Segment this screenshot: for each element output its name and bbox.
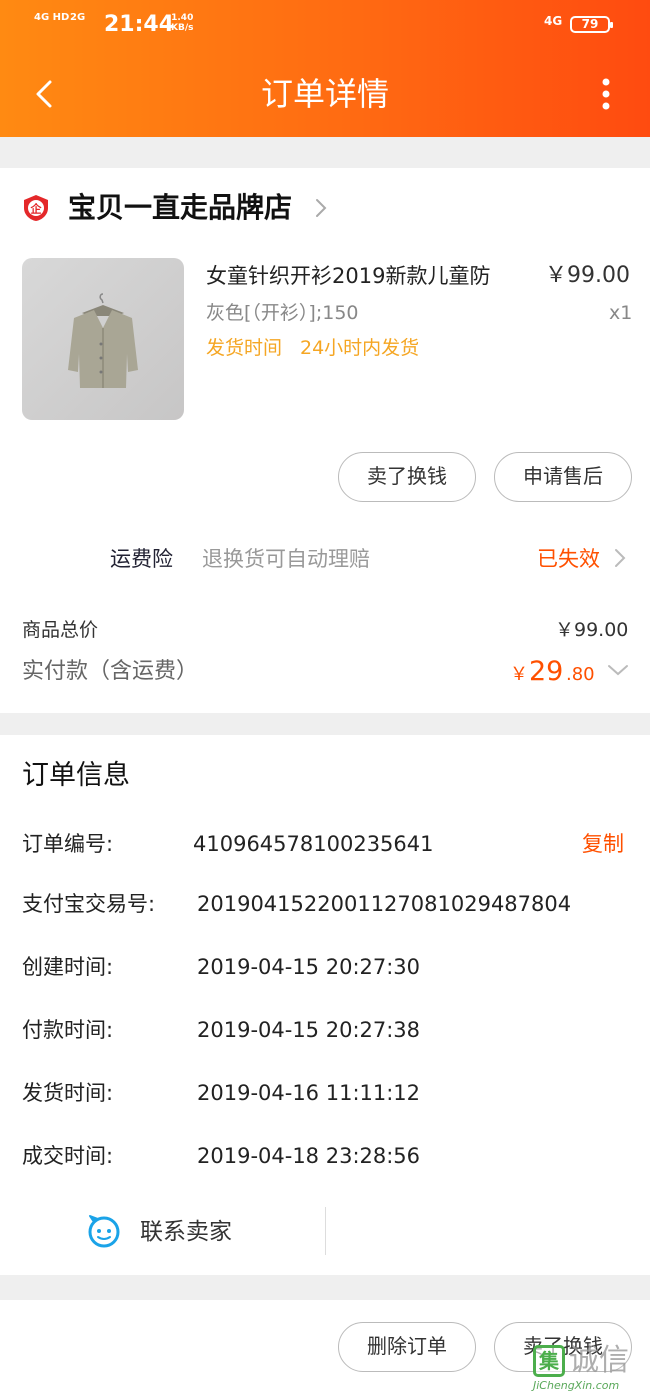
header-bar: 4G HD 2G 21:44 1.40 KB/s 4G 79 订单详情 xyxy=(0,0,650,137)
watermark-mark: 集 xyxy=(533,1345,565,1377)
goods-total-label: 商品总价 xyxy=(22,619,99,641)
divider xyxy=(325,1207,326,1255)
page-title: 订单详情 xyxy=(260,75,389,113)
status-time: 21:44 xyxy=(104,12,175,37)
order-info-title: 订单信息 xyxy=(22,760,130,791)
contact-seller-button[interactable]: 联系卖家 xyxy=(140,1216,232,1248)
chat-bot-icon[interactable] xyxy=(86,1213,122,1249)
goods-total-value: ￥99.00 xyxy=(555,619,629,641)
product-title[interactable]: 女童针织开衫2019新款儿童防 xyxy=(206,262,490,290)
watermark-logo: 集 诚信 JiChengXin.com xyxy=(533,1343,650,1393)
paid-amount-decimal: .80 xyxy=(566,664,595,685)
order-number-value: 410964578100235641 xyxy=(193,832,434,856)
payment-time-value: 2019-04-15 20:27:38 xyxy=(197,1018,421,1042)
network-type-indicator: 4G xyxy=(544,14,563,28)
deal-time-value: 2019-04-18 23:28:56 xyxy=(197,1144,421,1168)
network-speed-value: 1.40 xyxy=(171,13,194,23)
signal-2g-indicator: 2G xyxy=(70,12,86,23)
shop-name-link[interactable]: 宝贝一直走品牌店 xyxy=(68,190,292,226)
watermark-text: 诚信 xyxy=(569,1343,629,1378)
order-number-label: 订单编号: xyxy=(22,832,114,856)
network-speed: 1.40 KB/s xyxy=(171,13,193,33)
sell-for-cash-button[interactable]: 卖了换钱 xyxy=(338,452,476,502)
apply-aftersale-button[interactable]: 申请售后 xyxy=(494,452,632,502)
delete-order-button[interactable]: 删除订单 xyxy=(338,1322,476,1372)
shop-badge-icon: 企 xyxy=(22,194,50,222)
copy-order-number-button[interactable]: 复制 xyxy=(582,829,624,859)
alipay-trade-no-label: 支付宝交易号: xyxy=(22,892,156,916)
shipping-insurance-label: 运费险 xyxy=(110,547,173,571)
shipping-insurance-desc: 退换货可自动理赔 xyxy=(202,547,370,571)
shop-badge-text: 企 xyxy=(30,202,43,216)
chevron-down-icon[interactable] xyxy=(606,662,630,678)
paid-amount-label: 实付款（含运费） xyxy=(22,659,199,684)
signal-4g-indicator: 4G HD xyxy=(34,12,70,23)
product-quantity: x1 xyxy=(609,302,633,324)
created-time-value: 2019-04-15 20:27:30 xyxy=(197,955,421,979)
deal-time-label: 成交时间: xyxy=(22,1144,114,1168)
more-vertical-icon xyxy=(602,78,610,110)
network-speed-unit: KB/s xyxy=(171,23,194,33)
chevron-right-icon[interactable] xyxy=(313,196,329,220)
alipay-trade-no-value: 2019041522001127081029487804 xyxy=(197,892,572,916)
product-spec: 灰色[（开衫）];150 xyxy=(206,302,359,324)
paid-amount-currency: ￥ xyxy=(510,664,528,685)
shipped-time-label: 发货时间: xyxy=(22,1081,114,1105)
product-price: ￥99.00 xyxy=(545,263,630,288)
chevron-right-icon[interactable] xyxy=(613,546,627,570)
shipping-time-label: 发货时间 xyxy=(206,337,283,359)
product-image[interactable] xyxy=(22,258,184,420)
order-info-card xyxy=(0,735,650,1275)
payment-time-label: 付款时间: xyxy=(22,1018,114,1042)
created-time-label: 创建时间: xyxy=(22,955,114,979)
battery-indicator: 79 xyxy=(570,16,613,33)
more-options-button[interactable] xyxy=(594,74,618,114)
shipped-time-value: 2019-04-16 11:11:12 xyxy=(197,1081,421,1105)
shipping-insurance-status[interactable]: 已失效 xyxy=(537,544,600,574)
paid-amount-integer: 29 xyxy=(529,656,564,687)
shipping-time-value: 24小时内发货 xyxy=(300,337,420,359)
bottom-edge-tabs xyxy=(72,1388,650,1393)
